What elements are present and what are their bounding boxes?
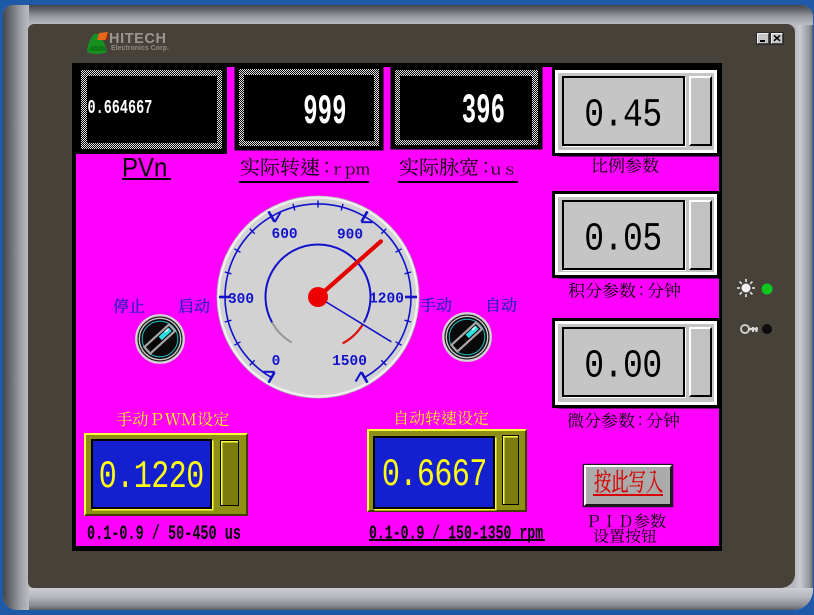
svg-text:1500: 1500: [332, 354, 367, 370]
svg-text:0: 0: [272, 354, 281, 370]
svg-text:900: 900: [337, 228, 363, 244]
svg-text:300: 300: [228, 292, 254, 308]
svg-text:1200: 1200: [369, 292, 404, 308]
svg-text:600: 600: [272, 227, 298, 243]
